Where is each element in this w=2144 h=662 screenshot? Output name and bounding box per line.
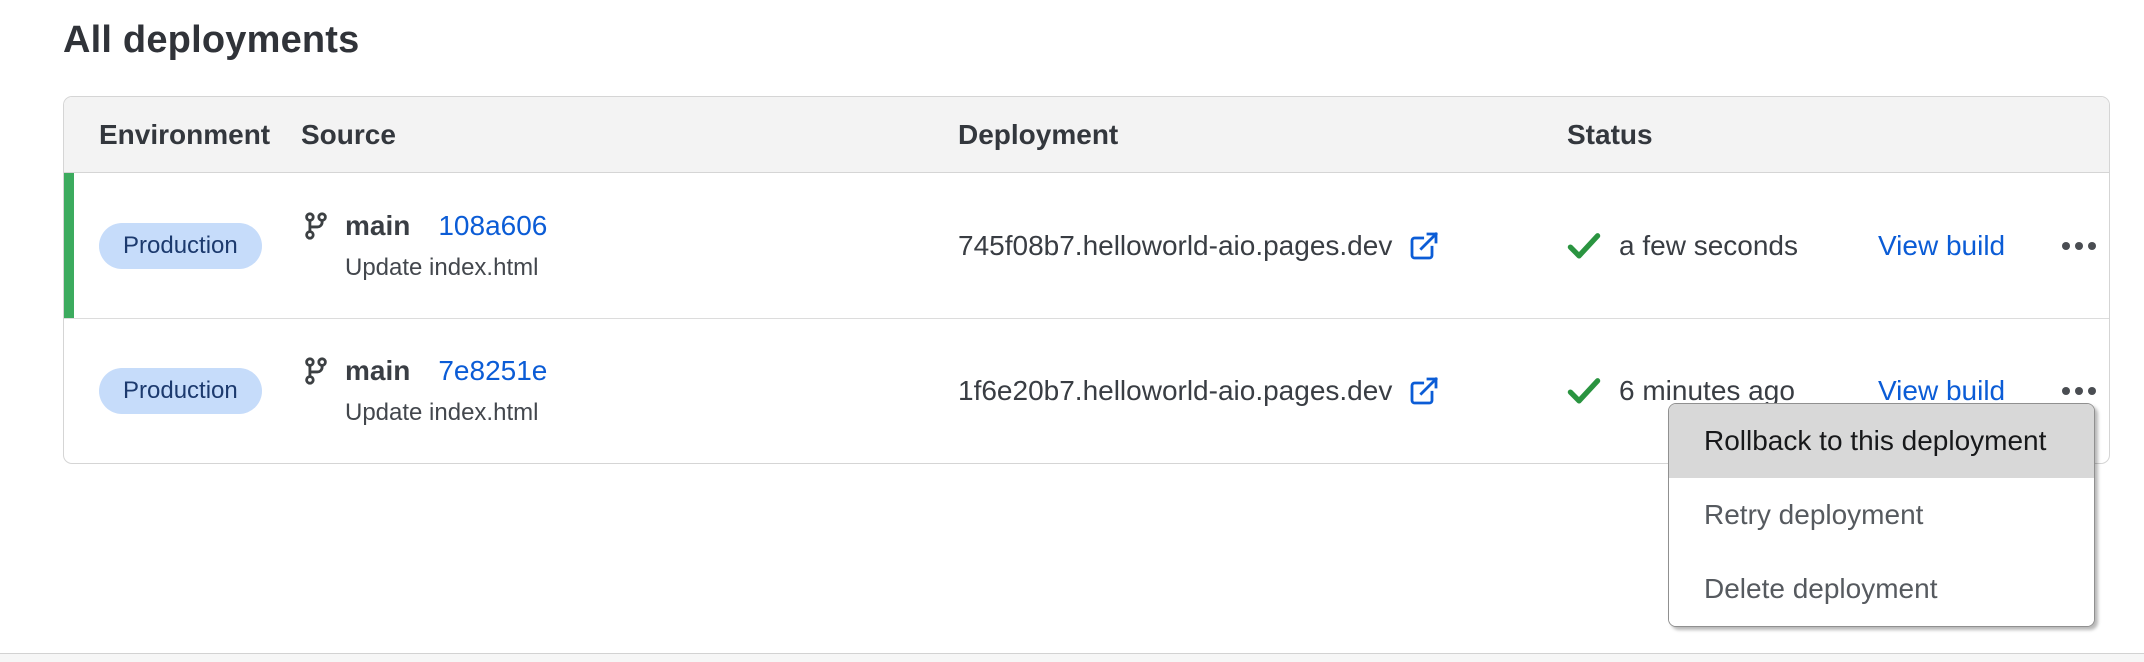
external-link-icon[interactable]: [1408, 230, 1440, 262]
table-header-row: Environment Source Deployment Status: [64, 97, 2109, 173]
deployment-url: 745f08b7.helloworld-aio.pages.dev: [958, 230, 1392, 262]
page-bottom-divider: [0, 653, 2144, 662]
git-branch-icon: [301, 211, 331, 241]
view-build-link[interactable]: View build: [1878, 230, 2005, 261]
row-actions-ellipsis-icon[interactable]: [2056, 377, 2109, 405]
menu-item-rollback[interactable]: Rollback to this deployment: [1669, 404, 2094, 478]
header-source: Source: [301, 119, 958, 151]
environment-badge: Production: [99, 223, 262, 269]
check-icon: [1567, 377, 1601, 405]
environment-badge: Production: [99, 368, 262, 414]
branch-name: main: [345, 355, 410, 387]
git-branch-icon: [301, 356, 331, 386]
header-environment: Environment: [99, 119, 301, 151]
header-deployment: Deployment: [958, 119, 1567, 151]
deployment-row: Production main 108a606 Update index.htm…: [64, 173, 2109, 318]
page-title: All deployments: [63, 16, 2144, 64]
active-deployment-bar: [64, 173, 74, 318]
commit-message: Update index.html: [345, 399, 958, 427]
commit-message: Update index.html: [345, 254, 958, 282]
status-time: a few seconds: [1619, 230, 1798, 262]
deployments-page: All deployments Environment Source Deplo…: [0, 0, 2144, 662]
commit-link[interactable]: 7e8251e: [438, 355, 547, 387]
row-actions-ellipsis-icon[interactable]: [2056, 232, 2109, 260]
view-build-link[interactable]: View build: [1878, 375, 2005, 406]
deployment-context-menu: Rollback to this deployment Retry deploy…: [1668, 403, 2095, 627]
header-status: Status: [1567, 119, 1878, 151]
menu-item-delete[interactable]: Delete deployment: [1669, 552, 2094, 626]
menu-item-retry[interactable]: Retry deployment: [1669, 478, 2094, 552]
check-icon: [1567, 232, 1601, 260]
deployment-url: 1f6e20b7.helloworld-aio.pages.dev: [958, 375, 1392, 407]
external-link-icon[interactable]: [1408, 375, 1440, 407]
branch-name: main: [345, 210, 410, 242]
commit-link[interactable]: 108a606: [438, 210, 547, 242]
